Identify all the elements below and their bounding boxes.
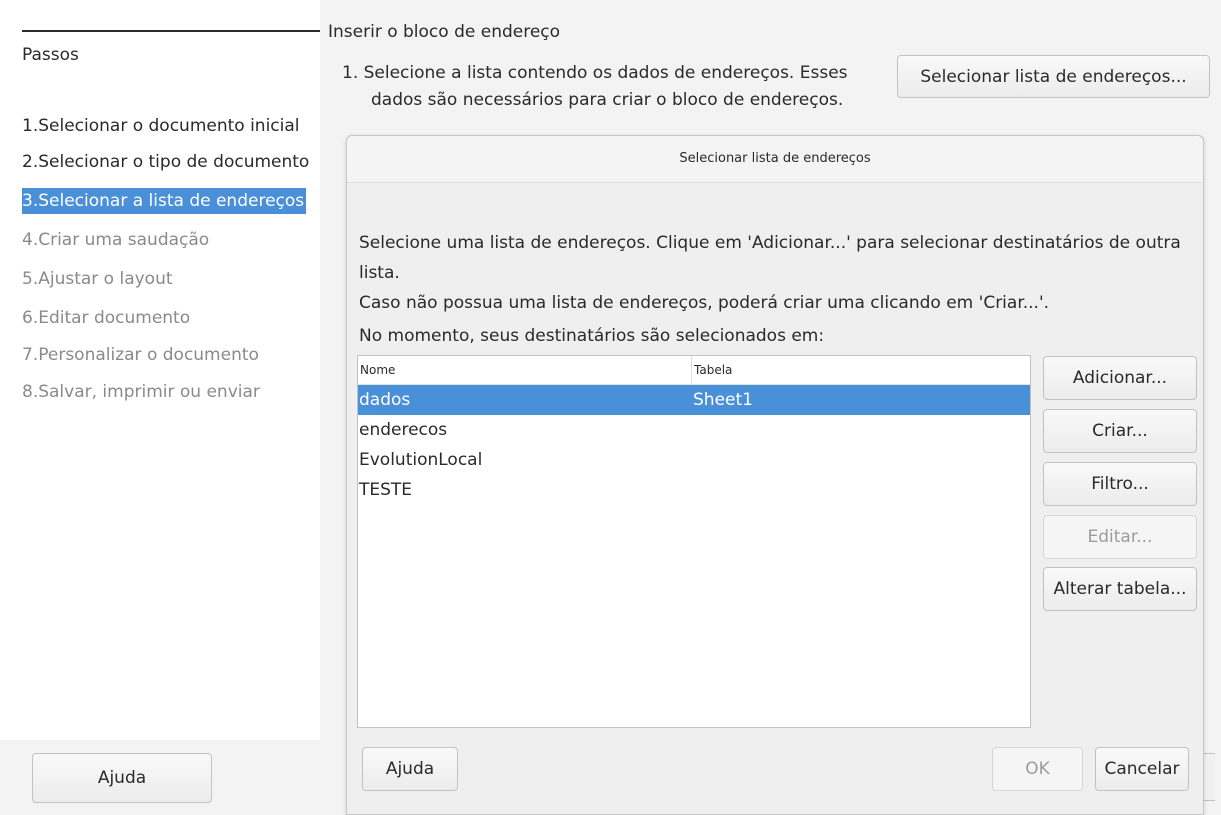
- row-name: dados: [359, 390, 411, 410]
- filter-button[interactable]: Filtro...: [1043, 462, 1197, 506]
- dialog-header: Selecionar lista de endereços: [347, 136, 1203, 183]
- instruction-line-2: dados são necessários para criar o bloco…: [371, 90, 844, 110]
- table-header: Nome Tabela: [358, 356, 1030, 385]
- add-button[interactable]: Adicionar...: [1043, 356, 1197, 400]
- create-button[interactable]: Criar...: [1043, 409, 1197, 453]
- current-source-label: No momento, seus destinatários são selec…: [359, 326, 825, 346]
- row-table: Sheet1: [693, 390, 753, 410]
- table-row[interactable]: TESTE: [358, 475, 1030, 505]
- select-address-list-dialog: Selecionar lista de endereços Selecione …: [346, 135, 1204, 815]
- step-8[interactable]: 8.Salvar, imprimir ou enviar: [22, 379, 262, 405]
- select-address-list-button[interactable]: Selecionar lista de endereços...: [897, 55, 1210, 98]
- step-1[interactable]: 1.Selecionar o documento inicial: [22, 113, 302, 139]
- step-3[interactable]: 3.Selecionar a lista de endereços: [22, 188, 307, 214]
- dialog-description-line-1: Selecione uma lista de endereços. Clique…: [359, 233, 1181, 283]
- dialog-help-button[interactable]: Ajuda: [362, 747, 458, 791]
- address-list-table[interactable]: Nome Tabela dados Sheet1 enderecos Evolu…: [357, 355, 1031, 728]
- step-6[interactable]: 6.Editar documento: [22, 305, 192, 331]
- dialog-description-line-2: Caso não possua uma lista de endereços, …: [359, 293, 1050, 313]
- column-separator[interactable]: [691, 356, 692, 384]
- steps-pane: Passos 1.Selecionar o documento inicial …: [0, 0, 320, 740]
- row-name: enderecos: [359, 420, 448, 440]
- wizard-help-button[interactable]: Ajuda: [32, 753, 212, 803]
- row-name: TESTE: [359, 480, 413, 500]
- cancel-button[interactable]: Cancelar: [1095, 747, 1189, 791]
- edit-button[interactable]: Editar...: [1043, 515, 1197, 559]
- table-row[interactable]: dados Sheet1: [358, 385, 1030, 415]
- column-header-name[interactable]: Nome: [360, 363, 395, 377]
- section-title: Inserir o bloco de endereço: [328, 22, 561, 42]
- dialog-title: Selecionar lista de endereços: [679, 151, 871, 166]
- table-row[interactable]: EvolutionLocal: [358, 445, 1030, 475]
- step-2[interactable]: 2.Selecionar o tipo de documento: [22, 149, 311, 175]
- change-table-button[interactable]: Alterar tabela...: [1043, 567, 1197, 611]
- table-row[interactable]: enderecos: [358, 415, 1030, 445]
- ok-button[interactable]: OK: [992, 747, 1083, 791]
- steps-divider: [22, 30, 320, 32]
- instruction-line-1: 1. Selecione a lista contendo os dados d…: [342, 63, 848, 83]
- steps-title: Passos: [22, 45, 79, 65]
- row-name: EvolutionLocal: [359, 450, 483, 470]
- column-header-table[interactable]: Tabela: [694, 363, 732, 377]
- step-5[interactable]: 5.Ajustar o layout: [22, 266, 175, 292]
- dialog-description: Selecione uma lista de endereços. Clique…: [359, 228, 1199, 318]
- step-4[interactable]: 4.Criar uma saudação: [22, 227, 211, 253]
- step-7[interactable]: 7.Personalizar o documento: [22, 342, 261, 368]
- instruction-text: 1. Selecione a lista contendo os dados d…: [342, 60, 862, 114]
